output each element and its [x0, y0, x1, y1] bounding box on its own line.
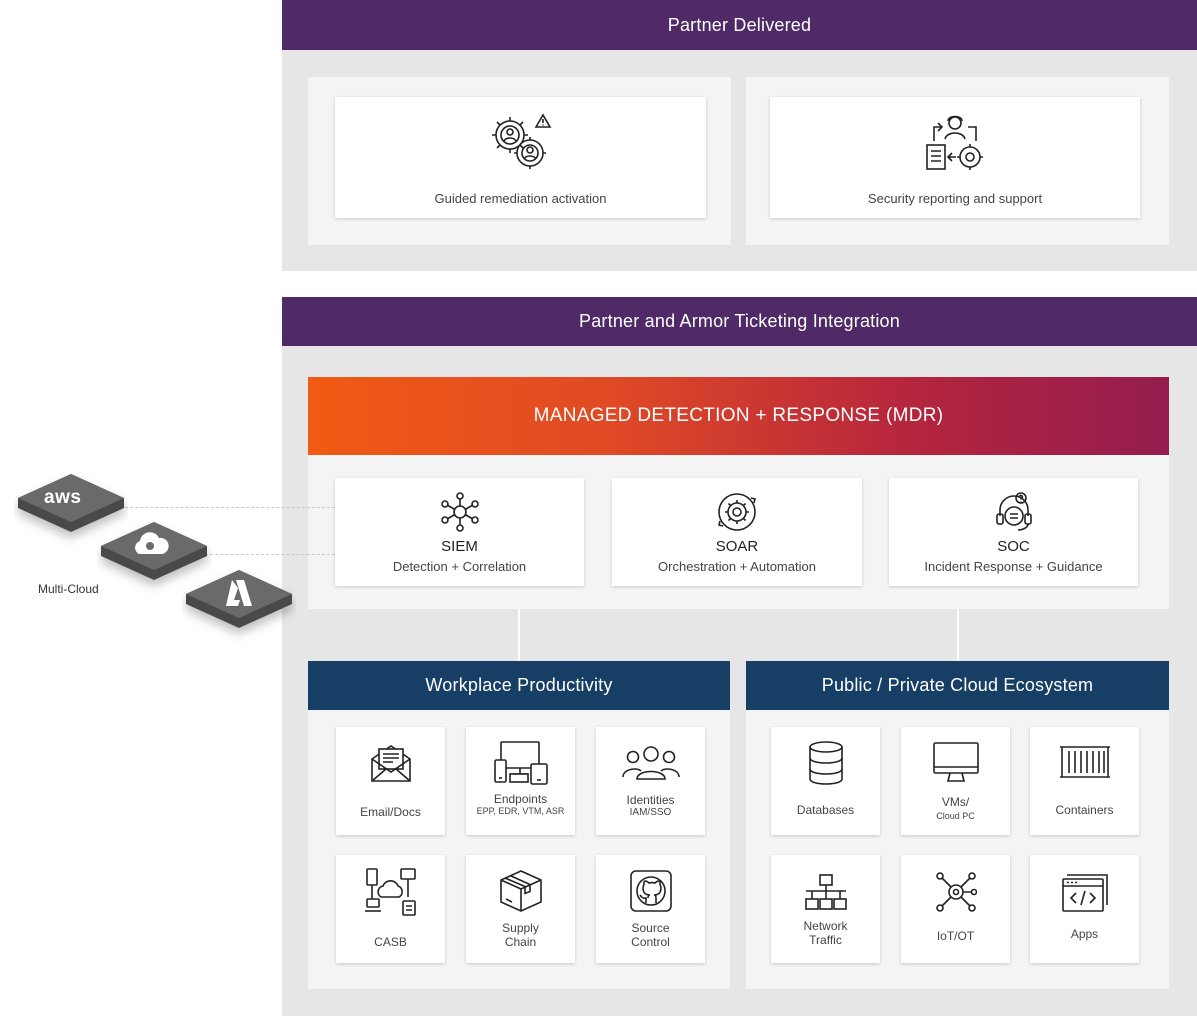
siem-card: SIEM Detection + Correlation	[335, 478, 584, 586]
tile-iot-ot: IoT/OT	[901, 855, 1010, 963]
databases-label: Databases	[796, 803, 855, 817]
envelope-icon	[370, 743, 412, 783]
endpoints-label: Endpoints	[493, 792, 548, 806]
tile-source-control: Source Control	[596, 855, 705, 963]
soc-title: SOC	[997, 538, 1030, 555]
tile-supply-chain: Supply Chain	[466, 855, 575, 963]
connector-cloud	[957, 609, 959, 661]
tile-containers: Containers	[1030, 727, 1139, 835]
casb-label: CASB	[374, 935, 407, 949]
email-docs-label: Email/Docs	[360, 805, 421, 819]
apps-label: Apps	[1070, 927, 1099, 941]
agent-report-gear-icon	[924, 113, 986, 173]
database-icon	[808, 741, 844, 785]
gear-cycle-icon	[715, 492, 759, 532]
connector-workplace	[518, 609, 520, 661]
tile-apps: Apps	[1030, 855, 1139, 963]
tile-endpoints: Endpoints EPP, EDR, VTM, ASR	[466, 727, 575, 835]
devices-icon	[493, 740, 549, 786]
tile-network-traffic: Network Traffic	[771, 855, 880, 963]
vms-label: VMs/	[941, 795, 970, 809]
code-window-icon	[1061, 873, 1109, 913]
identities-sub: IAM/SSO	[629, 807, 672, 819]
aws-dashed-link	[110, 507, 335, 508]
aws-logo-icon: aws	[44, 487, 82, 508]
tile-email-docs: Email/Docs	[336, 727, 445, 835]
headset-support-icon	[994, 492, 1034, 532]
guided-remediation-card: Guided remediation activation	[335, 97, 706, 218]
ticketing-header: Partner and Armor Ticketing Integration	[282, 297, 1197, 346]
vms-sub: Cloud PC	[936, 811, 975, 822]
gcp-dashed-link	[195, 554, 335, 555]
security-reporting-label: Security reporting and support	[867, 191, 1043, 206]
supply-chain-label: Supply Chain	[502, 921, 539, 950]
tile-identities: Identities IAM/SSO	[596, 727, 705, 835]
container-icon	[1058, 745, 1112, 779]
monitor-icon	[932, 741, 980, 783]
network-hub-icon	[440, 492, 480, 532]
soar-desc: Orchestration + Automation	[658, 559, 816, 574]
multi-cloud-label: Multi-Cloud	[38, 582, 99, 596]
gears-user-warning-icon	[490, 113, 552, 173]
iot-hub-icon	[935, 871, 977, 913]
siem-desc: Detection + Correlation	[392, 559, 527, 574]
network-traffic-label: Network Traffic	[803, 919, 848, 948]
network-topology-icon	[804, 873, 848, 911]
soc-desc: Incident Response + Guidance	[924, 559, 1103, 574]
cloud-ecosystem-header: Public / Private Cloud Ecosystem	[746, 661, 1169, 710]
users-group-icon	[621, 745, 681, 781]
source-control-label: Source Control	[631, 921, 670, 950]
partner-delivered-header: Partner Delivered	[282, 0, 1197, 50]
endpoints-sub: EPP, EDR, VTM, ASR	[476, 806, 565, 817]
guided-remediation-label: Guided remediation activation	[434, 191, 607, 206]
security-reporting-card: Security reporting and support	[770, 97, 1140, 218]
azure-tile	[182, 566, 292, 646]
soar-title: SOAR	[715, 538, 759, 555]
package-box-icon	[498, 869, 544, 913]
soc-card: SOC Incident Response + Guidance	[889, 478, 1138, 586]
tile-databases: Databases	[771, 727, 880, 835]
identities-label: Identities	[626, 793, 675, 807]
tile-casb: CASB	[336, 855, 445, 963]
tile-vms: VMs/ Cloud PC	[901, 727, 1010, 835]
mdr-banner: MANAGED DETECTION + RESPONSE (MDR)	[308, 377, 1169, 455]
workplace-header: Workplace Productivity	[308, 661, 730, 710]
github-icon	[629, 869, 673, 913]
iot-ot-label: IoT/OT	[936, 929, 975, 943]
containers-label: Containers	[1055, 803, 1114, 817]
siem-title: SIEM	[441, 538, 478, 555]
soar-card: SOAR Orchestration + Automation	[612, 478, 862, 586]
cloud-devices-icon	[364, 867, 417, 917]
